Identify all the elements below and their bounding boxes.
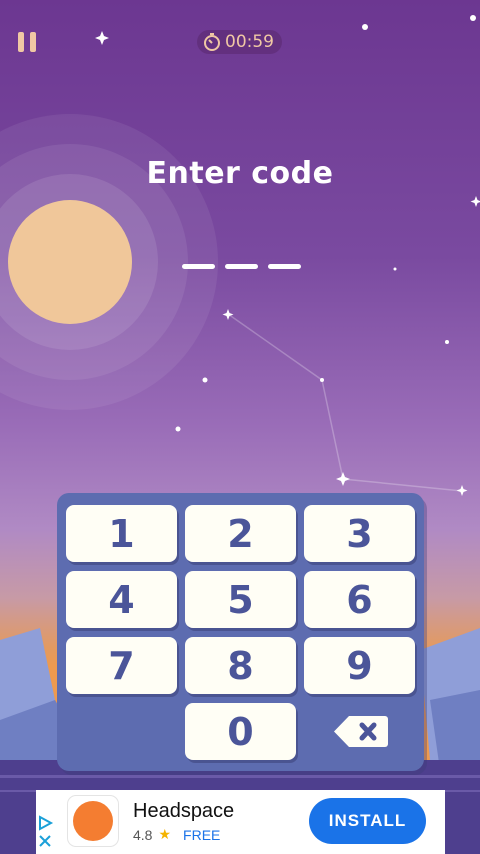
ad-choices-icon[interactable] [36, 814, 54, 832]
ad-app-meta: 4.8 ★ FREE [133, 826, 220, 843]
star [445, 340, 449, 344]
stopwatch-icon [204, 33, 220, 51]
key-5[interactable]: 5 [185, 571, 296, 628]
key-7[interactable]: 7 [66, 637, 177, 694]
star-icon: ★ [158, 826, 172, 842]
star-sparkle [336, 472, 350, 486]
star-sparkle [222, 309, 234, 320]
backspace-button[interactable] [333, 715, 389, 748]
install-button[interactable]: INSTALL [309, 798, 426, 844]
key-8[interactable]: 8 [185, 637, 296, 694]
star-sparkle [456, 485, 468, 496]
lake-ripple [0, 775, 480, 778]
page-title: Enter code [146, 156, 334, 191]
game-screen: 00:59 Enter code 1 2 3 4 5 6 7 8 9 0 Hea [0, 0, 480, 854]
pause-icon-bar [30, 32, 36, 52]
pause-icon [18, 32, 24, 52]
star [175, 426, 181, 432]
constellation-lines [227, 313, 463, 492]
ad-app-name: Headspace [133, 800, 235, 822]
key-2[interactable]: 2 [185, 505, 296, 562]
star [320, 378, 324, 382]
ad-price: FREE [183, 826, 221, 843]
code-slot [182, 264, 215, 269]
number-keypad: 1 2 3 4 5 6 7 8 9 0 [57, 493, 424, 771]
key-3[interactable]: 3 [304, 505, 415, 562]
ad-banner[interactable]: Headspace 4.8 ★ FREE INSTALL [36, 790, 445, 854]
code-input-slots [182, 264, 301, 269]
star [393, 267, 397, 271]
key-1[interactable]: 1 [66, 505, 177, 562]
key-9[interactable]: 9 [304, 637, 415, 694]
key-4[interactable]: 4 [66, 571, 177, 628]
headspace-logo-icon [73, 801, 113, 841]
key-0[interactable]: 0 [185, 703, 296, 760]
star-sparkle [95, 31, 109, 45]
key-6[interactable]: 6 [304, 571, 415, 628]
star [470, 15, 476, 21]
pause-button[interactable] [18, 32, 38, 52]
backspace-icon [334, 716, 388, 747]
timer-text: 00:59 [225, 32, 274, 52]
ad-app-logo [68, 796, 118, 846]
sun [8, 200, 132, 324]
code-slot [225, 264, 258, 269]
ad-rating: 4.8 [133, 826, 153, 843]
star [202, 377, 208, 383]
countdown-timer: 00:59 [197, 30, 282, 54]
star-sparkle [470, 196, 480, 207]
code-slot [268, 264, 301, 269]
star [362, 24, 368, 30]
ad-close-icon[interactable] [38, 834, 52, 848]
